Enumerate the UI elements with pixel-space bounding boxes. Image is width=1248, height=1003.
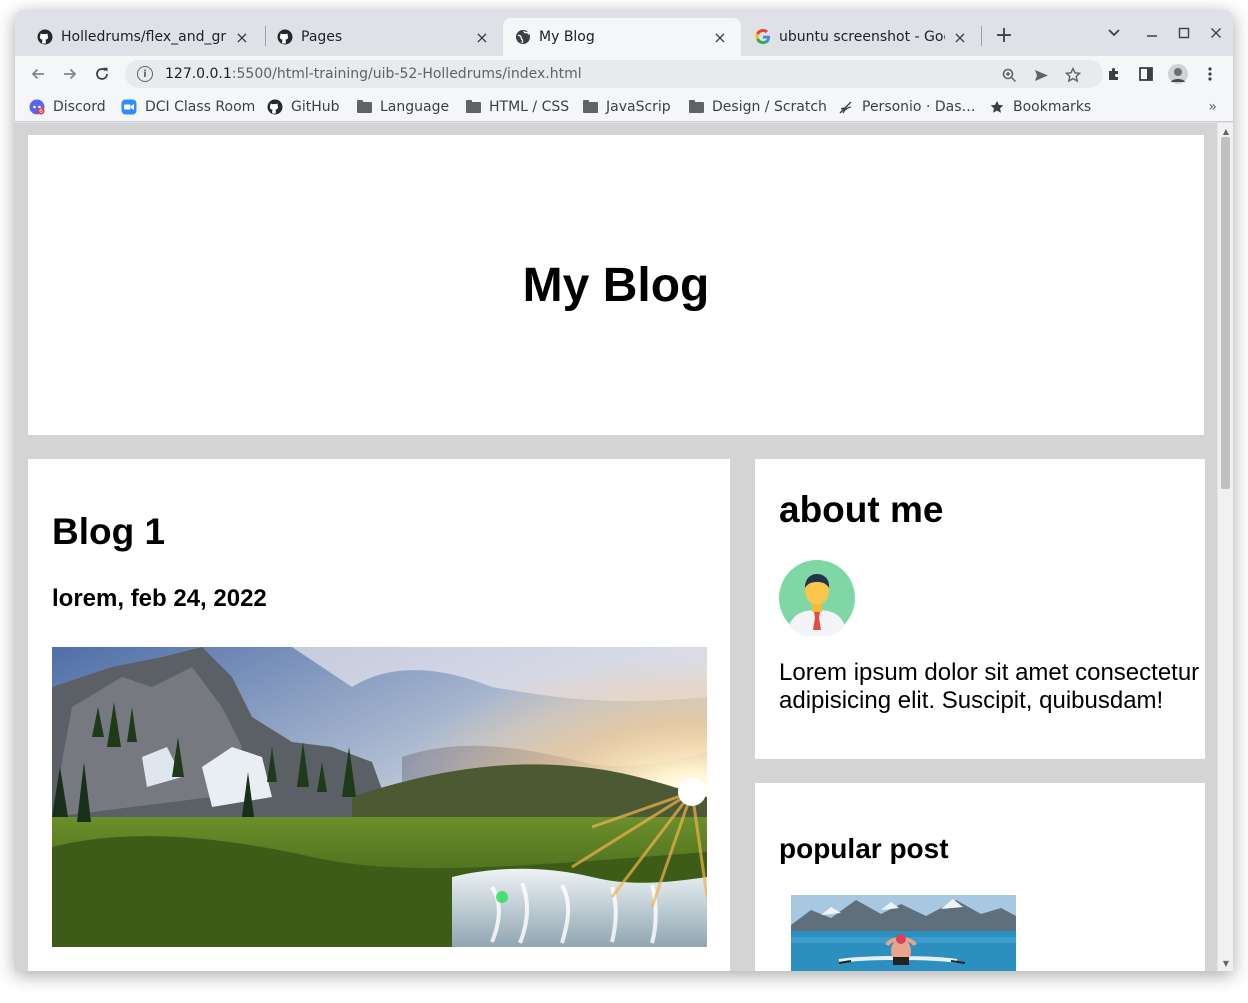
back-arrow-icon[interactable] xyxy=(25,62,51,86)
new-tab-plus-icon[interactable]: + xyxy=(991,22,1017,48)
bookmark-dci-class-room[interactable]: DCI Class Room xyxy=(121,95,255,119)
github-icon xyxy=(277,29,293,45)
tab-title: Pages xyxy=(301,29,343,45)
bookmark-folder-html-css[interactable]: HTML / CSS xyxy=(465,95,569,119)
github-icon xyxy=(37,29,53,45)
scrollbar-thumb[interactable] xyxy=(1221,137,1230,489)
globe-icon xyxy=(515,29,531,45)
bookmark-label: DCI Class Room xyxy=(145,99,256,115)
menu-kebab-icon[interactable] xyxy=(1199,63,1221,85)
bookmark-label: Bookmarks xyxy=(1013,99,1092,115)
github-icon xyxy=(267,99,283,115)
bookmark-discord[interactable]: 6 Discord xyxy=(29,95,106,119)
zoom-icon[interactable] xyxy=(999,65,1019,85)
bookmark-label: Design / Scratch xyxy=(712,99,827,115)
tab-title: ubuntu screenshot - Google xyxy=(779,29,945,45)
bookmark-label: HTML / CSS xyxy=(489,99,570,115)
bookmark-label: Personio · Das… xyxy=(862,99,976,115)
kayak-lake-image[interactable] xyxy=(791,895,1016,971)
blog-header: My Blog xyxy=(28,135,1204,435)
close-icon[interactable]: × xyxy=(473,28,491,47)
bookmark-label: JavaScrip xyxy=(606,99,671,115)
blog-post-card: Blog 1 lorem, feb 24, 2022 xyxy=(28,459,730,971)
bookmark-label: Language xyxy=(380,99,450,115)
bookmarks-overflow-chevron-icon[interactable]: » xyxy=(1208,99,1217,115)
tab-flex-and-grid[interactable]: Holledrums/flex_and_grid × xyxy=(25,18,263,56)
scroll-up-arrow-icon[interactable]: ▲ xyxy=(1218,125,1233,137)
tab-pages[interactable]: Pages × xyxy=(265,18,503,56)
bookmark-github[interactable]: GitHub xyxy=(267,95,340,119)
bookmark-bookmarks[interactable]: Bookmarks xyxy=(989,95,1091,119)
google-icon xyxy=(755,29,771,45)
bookmark-folder-design-scratch[interactable]: Design / Scratch xyxy=(688,95,827,119)
tab-title: My Blog xyxy=(539,29,595,45)
side-panel-icon[interactable] xyxy=(1135,63,1157,85)
post-meta: lorem, feb 24, 2022 xyxy=(52,585,267,612)
tab-my-blog[interactable]: My Blog × xyxy=(503,18,741,56)
tab-search-chevron-icon[interactable] xyxy=(1099,20,1129,46)
about-heading: about me xyxy=(779,489,944,530)
bookmark-folder-language[interactable]: Language xyxy=(356,95,449,119)
discord-icon: 6 xyxy=(29,99,45,115)
bookmark-label: Discord xyxy=(53,99,106,115)
minimize-icon[interactable] xyxy=(1137,20,1167,46)
personio-icon xyxy=(838,99,854,115)
folder-icon xyxy=(582,99,598,115)
forward-arrow-icon[interactable] xyxy=(57,62,83,86)
about-me-card: about me Lorem ipsum dolor sit amet cons… xyxy=(755,459,1205,759)
browser-toolbar: i 127.0.0.1:5500/html-training/uib-52-Ho… xyxy=(15,56,1233,92)
scroll-down-arrow-icon[interactable]: ▼ xyxy=(1218,957,1233,969)
tab-title: Holledrums/flex_and_grid xyxy=(61,29,227,45)
tab-strip: Holledrums/flex_and_grid × Pages × My Bl… xyxy=(15,10,1233,56)
popular-heading: popular post xyxy=(779,833,949,864)
popular-post-card: popular post xyxy=(755,783,1205,971)
folder-icon xyxy=(688,99,704,115)
close-icon[interactable]: × xyxy=(711,28,729,47)
extensions-puzzle-icon[interactable] xyxy=(1103,63,1125,85)
zoom-icon xyxy=(121,99,137,115)
browser-window: Holledrums/flex_and_grid × Pages × My Bl… xyxy=(15,10,1233,971)
svg-text:6: 6 xyxy=(39,108,43,115)
mountain-landscape-image xyxy=(52,647,707,947)
url-host: 127.0.0.1 xyxy=(165,66,232,82)
tab-separator xyxy=(981,26,982,46)
url-text: 127.0.0.1:5500/html-training/uib-52-Holl… xyxy=(165,66,582,82)
site-title: My Blog xyxy=(522,258,710,312)
profile-avatar[interactable] xyxy=(1167,63,1189,85)
address-bar[interactable]: i 127.0.0.1:5500/html-training/uib-52-Ho… xyxy=(125,60,1103,88)
post-title: Blog 1 xyxy=(52,511,166,552)
star-icon xyxy=(989,99,1005,115)
star-bookmark-icon[interactable] xyxy=(1063,65,1083,85)
site-info-icon[interactable]: i xyxy=(137,66,153,82)
folder-icon xyxy=(356,99,372,115)
about-text: Lorem ipsum dolor sit amet consectetur a… xyxy=(779,659,1200,714)
vertical-scrollbar[interactable]: ▲ ▼ xyxy=(1217,123,1233,971)
page-viewport: My Blog Blog 1 lorem, feb 24, 2022 about… xyxy=(15,123,1233,971)
url-path: :5500/html-training/uib-52-Holledrums/in… xyxy=(231,66,582,82)
close-window-icon[interactable] xyxy=(1201,20,1231,46)
bookmark-personio[interactable]: Personio · Das… xyxy=(838,95,976,119)
folder-icon xyxy=(465,99,481,115)
reload-icon[interactable] xyxy=(89,62,115,86)
bookmark-label: GitHub xyxy=(291,99,340,115)
close-icon[interactable]: × xyxy=(951,28,969,47)
bookmark-folder-javascrip[interactable]: JavaScrip xyxy=(582,95,671,119)
close-icon[interactable]: × xyxy=(233,28,251,47)
send-icon[interactable] xyxy=(1031,65,1051,85)
avatar xyxy=(779,560,855,636)
tab-ubuntu-screenshot[interactable]: ubuntu screenshot - Google × xyxy=(743,18,981,56)
maximize-icon[interactable] xyxy=(1169,20,1199,46)
bookmarks-bar: 6 Discord DCI Class Room GitHub Language… xyxy=(15,92,1233,122)
